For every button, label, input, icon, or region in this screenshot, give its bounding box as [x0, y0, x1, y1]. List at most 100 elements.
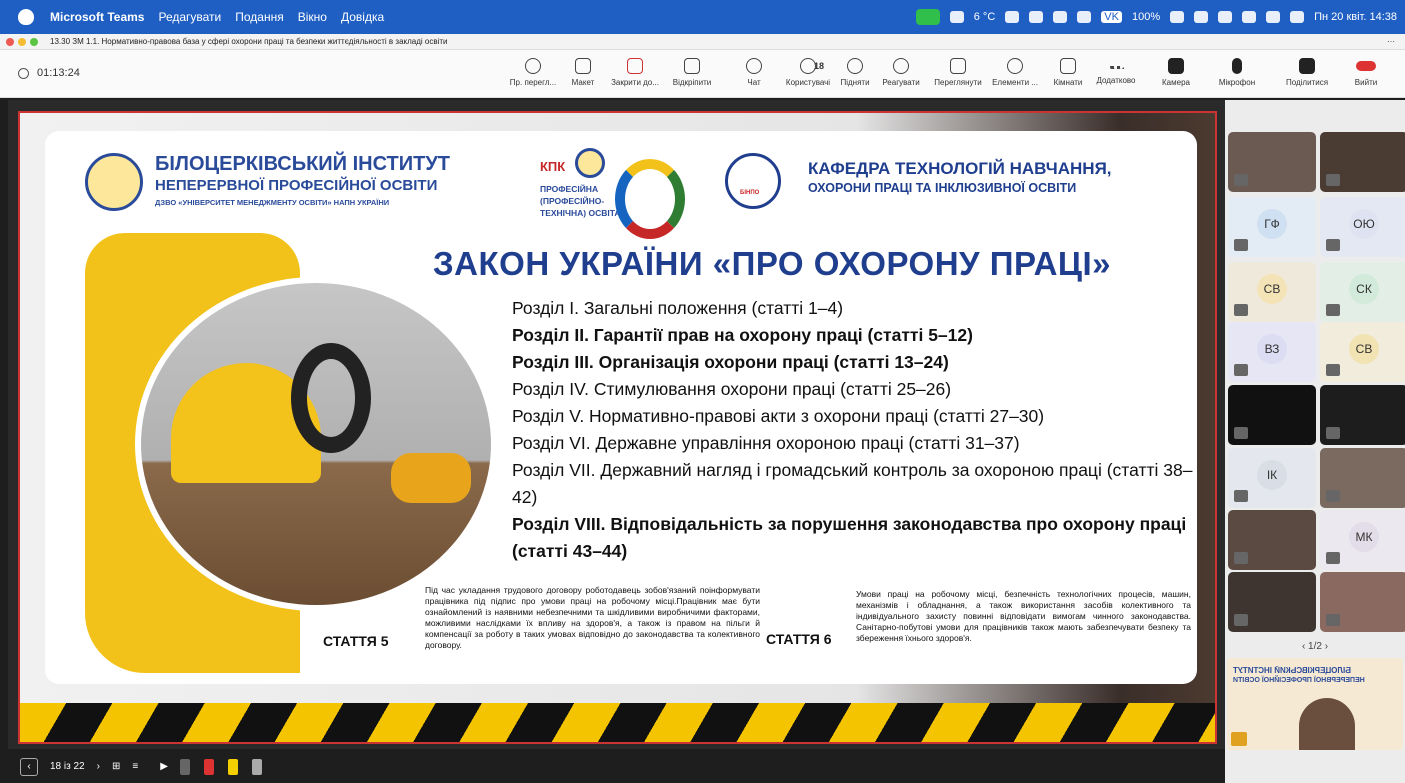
layout-button[interactable]: Макет [556, 58, 610, 87]
section-item: Розділ VI. Державне управління охороною … [512, 433, 1020, 453]
close-window-button[interactable] [6, 37, 14, 46]
institute-name-line2: НЕПЕРЕРВНОЇ ПРОФЕСІЙНОЇ ОСВІТИ [155, 177, 438, 194]
red-pen-icon[interactable] [203, 758, 214, 775]
participant-video[interactable] [1320, 132, 1405, 192]
input-source-icon[interactable] [1290, 11, 1305, 23]
unpin-button[interactable]: Відкріпити [665, 58, 719, 87]
participant-tile[interactable]: СВ [1228, 262, 1316, 322]
chat-icon [746, 58, 762, 74]
menu-bar: Microsoft Teams Редагувати Подання Вікно… [0, 0, 1405, 34]
mic-off-icon [1234, 174, 1248, 186]
mirrored-banner-2: НЕПЕРЕРВНОЇ ПРОФЕСІЙНОЇ ОСВІТИ [1233, 677, 1365, 684]
participant-video[interactable] [1320, 448, 1405, 508]
rooms-button[interactable]: Кімнати [1041, 58, 1095, 87]
participant-video[interactable] [1320, 572, 1405, 632]
wifi-icon[interactable] [1218, 11, 1233, 23]
participant-video[interactable] [1228, 572, 1316, 632]
highlighter-icon[interactable] [227, 758, 238, 775]
close-icon [627, 58, 643, 74]
participant-tile[interactable]: СК [1320, 262, 1405, 322]
grid-icon [950, 58, 966, 74]
participant-tile[interactable]: ІК [1228, 448, 1316, 508]
app-menu[interactable]: Microsoft Teams [50, 10, 144, 24]
section-item: Розділ III. Організація охорони праці (с… [512, 352, 949, 372]
zoom-window-button[interactable] [30, 37, 38, 46]
institute-name-line1: БІЛОЦЕРКІВСЬКИЙ ІНСТИТУТ [155, 153, 450, 175]
apple-icon[interactable] [18, 9, 34, 25]
hazard-stripes [20, 703, 1215, 742]
pen-tool-icon[interactable] [179, 758, 190, 775]
settings-icon[interactable]: ≡ [132, 761, 138, 772]
ppe-equipment-photo [135, 277, 497, 611]
department-name-line2: ОХОРОНИ ПРАЦІ ТА ІНКЛЮЗИВНОЇ ОСВІТИ [808, 181, 1077, 195]
skype-icon[interactable] [1029, 11, 1044, 23]
view-button[interactable]: Переглянути [928, 58, 988, 87]
section-item: Розділ IV. Стимулювання охорони праці (с… [512, 379, 952, 399]
window-title: 13.30 ЗМ 1.1. Нормативно-правова база у … [50, 37, 448, 46]
camera-button[interactable]: Камера [1149, 58, 1203, 87]
eraser-icon[interactable] [251, 758, 262, 775]
pointer-tool-icon[interactable]: ▶ [160, 761, 168, 772]
share-icon [1299, 58, 1315, 74]
section-item: Розділ VII. Державний нагляд і громадськ… [512, 460, 1193, 507]
weather[interactable]: 6 °C [974, 11, 996, 23]
participant-video[interactable] [1228, 510, 1316, 570]
screen-record-icon[interactable] [949, 11, 964, 23]
participants-pager[interactable]: ‹ 1/2 › [1225, 641, 1405, 652]
menu-edit[interactable]: Редагувати [158, 10, 221, 24]
share-button[interactable]: Поділитися [1277, 58, 1337, 87]
more-button[interactable]: Додатково [1089, 58, 1143, 85]
ear-muffs-icon [291, 343, 371, 453]
popout-icon [684, 58, 700, 74]
section-item: Розділ VIII. Відповідальність за порушен… [512, 514, 1187, 561]
camera-indicator-icon[interactable] [915, 9, 940, 25]
presenter-video[interactable]: БІЛОЦЕРКІВСЬКИЙ ІНСТИТУТ НЕПЕРЕРВНОЇ ПРО… [1227, 658, 1403, 750]
react-button[interactable]: Реагувати [874, 58, 928, 87]
participant-video[interactable] [1228, 385, 1316, 445]
mic-off-icon [1234, 364, 1248, 376]
shield-icon[interactable] [1005, 11, 1020, 23]
next-slide-button[interactable]: › [97, 761, 100, 772]
mic-off-icon [1326, 239, 1340, 251]
vk-icon[interactable]: VK [1101, 11, 1122, 23]
preview-button[interactable]: Пр. перегл... [506, 58, 560, 87]
participant-tile[interactable]: ВЗ [1228, 322, 1316, 382]
article-5-text: Під час укладання трудового договору роб… [425, 585, 760, 650]
participant-tile[interactable]: МК [1320, 510, 1405, 570]
microphone-button[interactable]: Мікрофон [1210, 58, 1264, 87]
control-center-icon[interactable] [1194, 11, 1209, 23]
mic-off-icon [1326, 490, 1340, 502]
participant-tile[interactable]: ОЮ [1320, 197, 1405, 257]
status-icon[interactable] [1077, 11, 1092, 23]
more-options[interactable]: ··· [1387, 37, 1395, 46]
participant-tile[interactable]: СВ [1320, 322, 1405, 382]
presenter-figure [1299, 698, 1355, 750]
participant-video[interactable] [1320, 385, 1405, 445]
article-5-label: СТАТТЯ 5 [323, 633, 389, 649]
apps-icon [1007, 58, 1023, 74]
leave-button[interactable]: Вийти [1339, 58, 1393, 87]
menu-help[interactable]: Довідка [341, 10, 384, 24]
spotlight-search-icon[interactable] [1242, 11, 1257, 23]
elements-button[interactable]: Елементи ... [986, 58, 1044, 87]
battery-percent[interactable]: 100% [1132, 11, 1160, 23]
pager-next-icon[interactable]: › [1322, 641, 1328, 652]
section-item: Розділ I. Загальні положення (статті 1–4… [512, 298, 844, 318]
battery-icon [1170, 11, 1185, 23]
flag-icon[interactable] [1266, 11, 1281, 23]
mic-off-icon [1326, 174, 1340, 186]
chat-button[interactable]: Чат [727, 58, 781, 87]
prev-slide-button[interactable]: ‹ [20, 757, 38, 776]
bluetooth-icon[interactable] [1053, 11, 1068, 23]
menu-window[interactable]: Вікно [298, 10, 327, 24]
clock[interactable]: Пн 20 квіт. 14:38 [1314, 11, 1397, 23]
grid-view-icon[interactable]: ⊞ [112, 761, 120, 772]
minimize-window-button[interactable] [18, 37, 26, 46]
participant-video[interactable] [1228, 132, 1316, 192]
window-titlebar: 13.30 ЗМ 1.1. Нормативно-правова база у … [0, 34, 1405, 50]
participant-tile[interactable]: ГФ [1228, 197, 1316, 257]
close-access-button[interactable]: Закрити до... [608, 58, 662, 87]
presentation-slide: БІЛОЦЕРКІВСЬКИЙ ІНСТИТУТ НЕПЕРЕРВНОЇ ПРО… [18, 111, 1217, 744]
camera-icon [1168, 58, 1184, 74]
menu-view[interactable]: Подання [235, 10, 283, 24]
